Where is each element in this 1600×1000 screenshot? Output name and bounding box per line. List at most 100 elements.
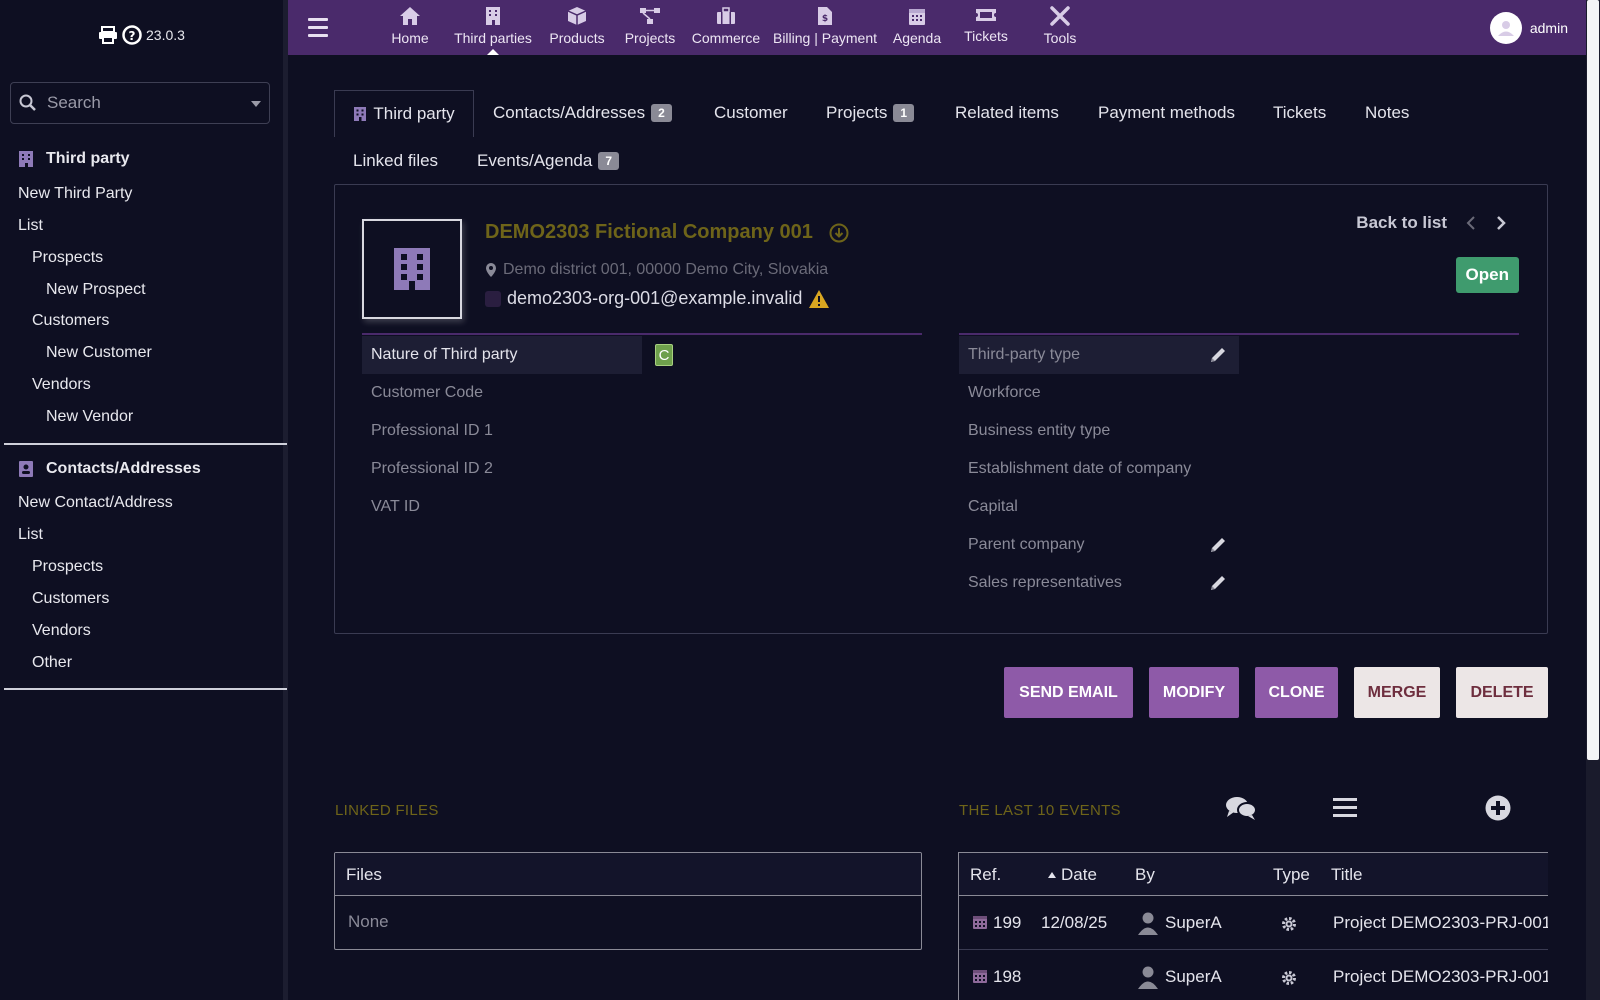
download-icon[interactable] bbox=[829, 223, 849, 243]
chevron-down-icon[interactable] bbox=[251, 101, 261, 107]
tab-notes[interactable]: Notes bbox=[1365, 103, 1409, 123]
field-business-entity-label: Business entity type bbox=[968, 422, 1111, 439]
sidebar-item-prospects[interactable]: Prospects bbox=[32, 249, 103, 267]
event-by[interactable]: SuperA bbox=[1165, 967, 1222, 987]
merge-button[interactable]: MERGE bbox=[1354, 667, 1440, 718]
invoice-icon: $ bbox=[818, 7, 832, 25]
nav-products[interactable]: Products bbox=[542, 0, 612, 55]
sidebar-item-new-vendor[interactable]: New Vendor bbox=[46, 408, 133, 426]
sidebar-section-contacts[interactable]: Contacts/Addresses bbox=[18, 460, 201, 478]
cube-icon bbox=[567, 7, 587, 25]
col-ref[interactable]: Ref. bbox=[970, 865, 1001, 885]
col-by[interactable]: By bbox=[1135, 865, 1155, 885]
sidebar-item-new-contact[interactable]: New Contact/Address bbox=[18, 494, 173, 512]
nav-billing-payment[interactable]: $ Billing | Payment bbox=[770, 0, 880, 55]
edit-pencil-icon[interactable] bbox=[1209, 346, 1227, 364]
tab-third-party[interactable]: Third party bbox=[334, 90, 474, 137]
clone-button[interactable]: CLONE bbox=[1255, 667, 1338, 718]
project-icon bbox=[640, 8, 660, 24]
edit-pencil-icon[interactable] bbox=[1209, 574, 1227, 592]
sidebar-item-contact-list[interactable]: List bbox=[18, 526, 43, 544]
nav-tools[interactable]: Tools bbox=[1028, 0, 1092, 55]
events-table: Ref. Date By Type Title 199 12/08/25 Sup… bbox=[958, 852, 1548, 1000]
customer-nature-badge: C bbox=[655, 344, 673, 366]
home-icon bbox=[400, 7, 420, 25]
section-divider bbox=[959, 333, 1519, 335]
sidebar-item-new-prospect[interactable]: New Prospect bbox=[46, 281, 146, 299]
search-box[interactable] bbox=[10, 82, 270, 124]
nav-commerce[interactable]: Commerce bbox=[688, 0, 764, 55]
company-logo[interactable] bbox=[362, 219, 462, 319]
company-address: Demo district 001, 00000 Demo City, Slov… bbox=[485, 261, 828, 279]
sidebar-item-vendors[interactable]: Vendors bbox=[32, 376, 91, 394]
add-event-icon[interactable] bbox=[1485, 795, 1511, 821]
event-title-link[interactable]: Project DEMO2303-PRJ-001 bbox=[1333, 913, 1548, 933]
nav-projects[interactable]: Projects bbox=[618, 0, 682, 55]
col-date[interactable]: Date bbox=[1047, 865, 1097, 885]
event-by[interactable]: SuperA bbox=[1165, 913, 1222, 933]
sidebar-item-contact-prospects[interactable]: Prospects bbox=[32, 558, 103, 576]
events-table-header: Ref. Date By Type Title bbox=[959, 853, 1548, 896]
search-input[interactable] bbox=[47, 93, 237, 113]
tab-linked-files[interactable]: Linked files bbox=[353, 151, 438, 171]
modify-button[interactable]: MODIFY bbox=[1149, 667, 1239, 718]
comments-icon[interactable] bbox=[1225, 795, 1257, 821]
menu-icon[interactable] bbox=[308, 18, 328, 42]
company-email[interactable]: demo2303-org-001@example.invalid bbox=[485, 288, 830, 309]
nav-home[interactable]: Home bbox=[380, 0, 440, 55]
building-icon bbox=[394, 248, 430, 290]
sidebar-item-new-customer[interactable]: New Customer bbox=[46, 344, 152, 362]
tab-tickets[interactable]: Tickets bbox=[1273, 103, 1326, 123]
address-book-icon bbox=[19, 461, 33, 477]
tab-related-items[interactable]: Related items bbox=[955, 103, 1059, 123]
event-title-link[interactable]: Project DEMO2303-PRJ-001 bbox=[1333, 967, 1548, 987]
event-date: 12/08/25 bbox=[1041, 913, 1108, 932]
map-marker-icon bbox=[486, 263, 496, 277]
event-ref-link[interactable]: 198 bbox=[993, 967, 1021, 987]
tab-projects[interactable]: Projects 1 bbox=[826, 103, 915, 123]
field-establishment-label: Establishment date of company bbox=[968, 460, 1192, 477]
back-to-list-link[interactable]: Back to list bbox=[1356, 213, 1447, 233]
chevron-left-icon[interactable] bbox=[1465, 215, 1477, 231]
field-prof-id1-label: Professional ID 1 bbox=[371, 422, 493, 439]
col-type[interactable]: Type bbox=[1273, 865, 1310, 885]
sidebar-item-customers[interactable]: Customers bbox=[32, 312, 109, 330]
printer-icon[interactable] bbox=[98, 26, 118, 44]
sidebar-section-third-party[interactable]: Third party bbox=[18, 150, 130, 168]
svg-text:?: ? bbox=[129, 29, 136, 43]
help-icon[interactable]: ? bbox=[122, 25, 142, 45]
sidebar-divider bbox=[4, 688, 287, 690]
third-party-card: DEMO2303 Fictional Company 001 Demo dist… bbox=[334, 184, 1548, 634]
sidebar: ? 23.0.3 Third party New Third Party Lis… bbox=[0, 0, 288, 1000]
search-icon bbox=[19, 94, 36, 111]
user-menu[interactable]: admin bbox=[1489, 12, 1568, 44]
tab-events-agenda[interactable]: Events/Agenda 7 bbox=[477, 151, 619, 171]
sidebar-item-contact-customers[interactable]: Customers bbox=[32, 590, 109, 608]
edit-pencil-icon[interactable] bbox=[1209, 536, 1227, 554]
event-ref-link[interactable]: 199 bbox=[993, 913, 1021, 933]
calendar-icon bbox=[909, 9, 925, 25]
sidebar-item-contact-other[interactable]: Other bbox=[32, 654, 72, 672]
page-scrollbar[interactable] bbox=[1586, 0, 1600, 1000]
col-title[interactable]: Title bbox=[1331, 865, 1363, 885]
sidebar-item-contact-vendors[interactable]: Vendors bbox=[32, 622, 91, 640]
list-icon[interactable] bbox=[1333, 795, 1357, 819]
count-badge: 7 bbox=[598, 152, 619, 170]
delete-button[interactable]: DELETE bbox=[1456, 667, 1548, 718]
nav-third-parties[interactable]: Third parties bbox=[450, 0, 536, 55]
tab-contacts[interactable]: Contacts/Addresses 2 bbox=[493, 103, 672, 123]
nav-agenda[interactable]: Agenda bbox=[886, 0, 948, 55]
send-email-button[interactable]: SEND EMAIL bbox=[1004, 667, 1133, 718]
scrollbar-thumb[interactable] bbox=[1587, 0, 1599, 760]
tab-customer[interactable]: Customer bbox=[714, 103, 788, 123]
sidebar-item-list[interactable]: List bbox=[18, 217, 43, 235]
sidebar-item-new-third-party[interactable]: New Third Party bbox=[18, 185, 132, 203]
nav-tickets[interactable]: Tickets bbox=[954, 0, 1018, 55]
chevron-right-icon[interactable] bbox=[1495, 215, 1507, 231]
tools-icon bbox=[1050, 6, 1070, 26]
field-capital-label: Capital bbox=[968, 498, 1018, 515]
files-empty-row: None bbox=[348, 912, 389, 931]
gear-icon bbox=[1282, 917, 1296, 931]
field-vat-id-label: VAT ID bbox=[371, 498, 420, 515]
tab-payment-methods[interactable]: Payment methods bbox=[1098, 103, 1235, 123]
